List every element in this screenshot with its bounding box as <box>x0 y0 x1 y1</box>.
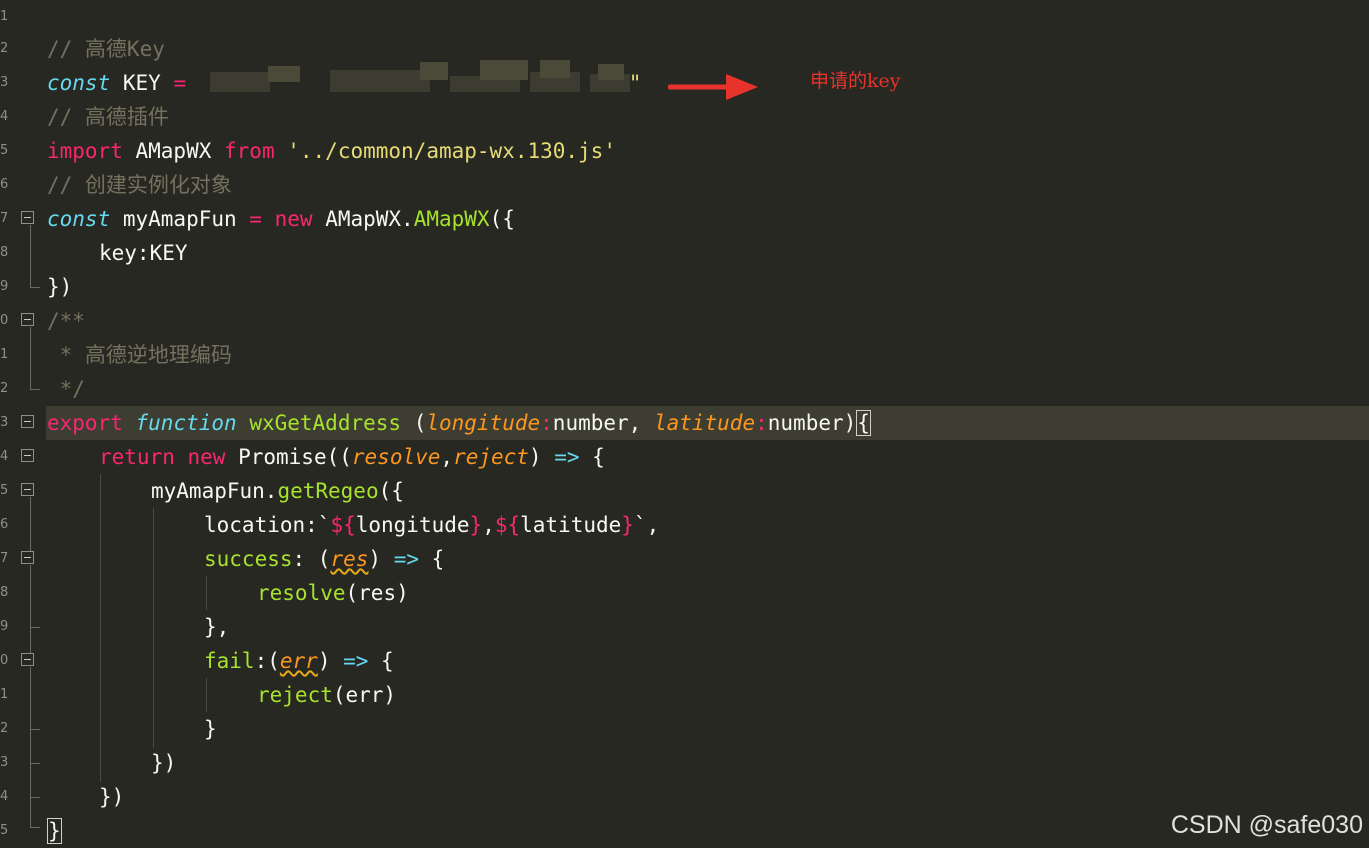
line-number: 6 <box>0 177 8 192</box>
line-gutter: 1 2 3 4 5 6 7 8 9 0 1 2 3 4 5 6 7 8 9 0 … <box>0 0 44 848</box>
fold-toggle-icon[interactable] <box>21 313 34 326</box>
code-line-15: myAmapFun.getRegeo({ <box>151 479 404 503</box>
code-line-20: fail:(err) => { <box>204 649 394 673</box>
line-number: 8 <box>0 585 8 600</box>
fold-end-marker <box>30 627 40 628</box>
fold-end-marker <box>30 389 40 390</box>
line-number: 9 <box>0 279 8 294</box>
fold-guide <box>30 327 31 389</box>
code-line-22: } <box>204 717 217 741</box>
fold-toggle-icon[interactable] <box>21 449 34 462</box>
bracket-match: } <box>47 818 62 844</box>
code-line-24: }) <box>99 785 125 809</box>
line-number: 6 <box>0 517 8 532</box>
line-number: 4 <box>0 449 8 464</box>
fold-end-marker <box>30 287 40 288</box>
code-line-2: // 高德Key <box>47 37 165 61</box>
line-number: 1 <box>0 347 8 362</box>
fold-end-marker <box>30 797 40 798</box>
line-number: 5 <box>0 823 8 838</box>
watermark: CSDN @safe030 <box>1170 811 1363 839</box>
code-line-19: }, <box>204 615 230 639</box>
fold-toggle-icon[interactable] <box>21 415 34 428</box>
fold-end-marker <box>30 827 40 828</box>
line-number: 0 <box>0 653 8 668</box>
line-number: 3 <box>0 415 8 430</box>
line-number: 8 <box>0 245 8 260</box>
code-line-25: } <box>47 814 62 848</box>
fold-guide <box>30 667 31 827</box>
fold-guide <box>30 225 31 287</box>
line-number: 9 <box>0 619 8 634</box>
fold-toggle-icon[interactable] <box>21 551 34 564</box>
code-line-6: // 创建实例化对象 <box>47 173 232 197</box>
code-line-16: location:`${longitude},${latitude}`, <box>204 513 660 537</box>
code-line-14: return new Promise((resolve,reject) => { <box>99 445 605 469</box>
fold-guide <box>30 565 31 653</box>
code-line-13: export function wxGetAddress (longitude:… <box>47 410 871 436</box>
line-number: 2 <box>0 721 8 736</box>
line-number: 0 <box>0 313 8 328</box>
code-line-4: // 高德插件 <box>47 105 169 129</box>
redaction-mosaic <box>210 58 640 96</box>
line-number: 2 <box>0 41 8 56</box>
line-number: 4 <box>0 789 8 804</box>
fold-guide <box>30 497 31 551</box>
code-line-9: }) <box>47 275 73 299</box>
code-line-23: }) <box>151 751 177 775</box>
line-number: 5 <box>0 143 8 158</box>
code-line-11: * 高德逆地理编码 <box>47 343 232 367</box>
fold-toggle-icon[interactable] <box>21 653 34 666</box>
code-line-8: key:KEY <box>99 241 188 265</box>
code-line-7: const myAmapFun = new AMapWX.AMapWX({ <box>47 207 515 231</box>
line-number: 1 <box>0 9 8 24</box>
fold-end-marker <box>30 729 40 730</box>
line-number: 7 <box>0 551 8 566</box>
annotation-label: 申请的key <box>810 70 901 92</box>
line-number: 3 <box>0 755 8 770</box>
line-number: 3 <box>0 75 8 90</box>
code-line-17: success: (res) => { <box>204 547 445 571</box>
line-number: 4 <box>0 109 8 124</box>
line-number: 5 <box>0 483 8 498</box>
fold-end-marker <box>30 763 40 764</box>
code-line-10: /** <box>47 309 85 333</box>
line-number: 2 <box>0 381 8 396</box>
code-line-18: resolve(res) <box>257 581 409 605</box>
code-editor[interactable]: 1 2 3 4 5 6 7 8 9 0 1 2 3 4 5 6 7 8 9 0 … <box>0 0 1369 848</box>
line-number: 1 <box>0 687 8 702</box>
code-line-21: reject(err) <box>257 683 397 707</box>
fold-toggle-icon[interactable] <box>21 211 34 224</box>
bracket-match: { <box>856 410 871 436</box>
code-line-5: import AMapWX from '../common/amap-wx.13… <box>47 139 616 163</box>
arrow-right-icon <box>668 74 758 100</box>
code-line-12: */ <box>47 377 85 401</box>
line-number: 7 <box>0 211 8 226</box>
fold-toggle-icon[interactable] <box>21 483 34 496</box>
